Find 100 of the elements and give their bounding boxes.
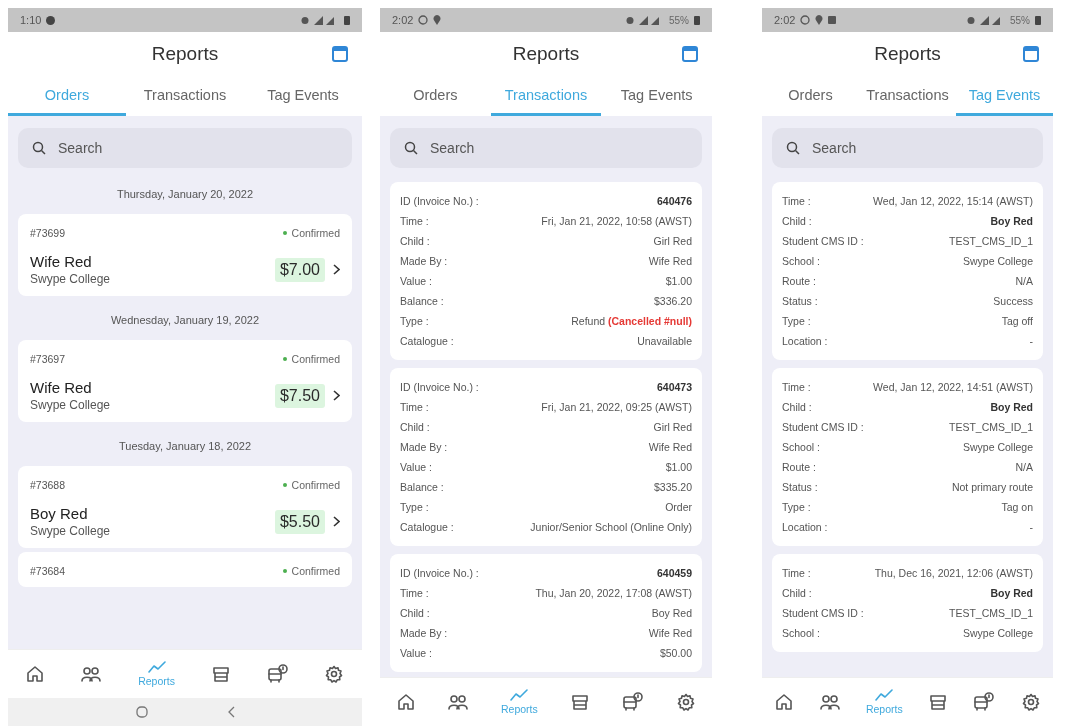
field-label: Type : xyxy=(782,315,811,327)
field-value: 640476 xyxy=(656,195,692,207)
settings-icon xyxy=(325,665,344,683)
order-amount: $7.50 xyxy=(274,383,325,408)
search-field[interactable]: Search xyxy=(18,128,352,168)
field-label: Status : xyxy=(782,295,818,307)
search-field[interactable]: Search xyxy=(772,128,1043,168)
field-label: School : xyxy=(782,441,820,453)
order-card[interactable]: #73697 Confirmed Wife Red Swype College $7.50 xyxy=(18,340,352,422)
field-value: Swype College xyxy=(962,441,1033,453)
field-label: Route : xyxy=(782,275,816,287)
field-value: TEST_CMS_ID_1 xyxy=(948,421,1033,433)
field-label: ID (Invoice No.) : xyxy=(400,567,479,579)
order-card[interactable]: #73684 Confirmed xyxy=(18,552,352,587)
field-value: Thu, Jan 20, 2022, 17:08 (AWST) xyxy=(535,587,692,599)
calendar-icon[interactable] xyxy=(682,45,698,62)
field-label: Catalogue : xyxy=(400,521,454,533)
order-status: Confirmed xyxy=(282,565,340,577)
field-label: Value : xyxy=(400,275,432,287)
field-value: Tag off xyxy=(1001,315,1033,327)
settings-icon xyxy=(1021,693,1040,711)
store-icon xyxy=(570,693,589,711)
calendar-icon[interactable] xyxy=(332,45,348,62)
field-value: 640473 xyxy=(656,381,692,393)
calendar-icon[interactable] xyxy=(1023,45,1039,62)
field-value: 640459 xyxy=(656,567,692,579)
field-value: $1.00 xyxy=(665,461,692,473)
search-field[interactable]: Search xyxy=(390,128,702,168)
people-icon xyxy=(447,694,468,710)
settings-icon xyxy=(677,693,696,711)
field-label: Child : xyxy=(782,215,812,227)
field-value: Wife Red xyxy=(648,627,692,639)
bus-alert-icon xyxy=(266,664,289,684)
field-value: Wife Red xyxy=(648,441,692,453)
field-value: - xyxy=(1029,335,1033,347)
field-value: Fri, Jan 21, 2022, 09:25 (AWST) xyxy=(541,401,692,413)
customer-name: Wife Red xyxy=(30,253,93,270)
search-icon xyxy=(404,141,418,155)
home-button-icon[interactable] xyxy=(135,706,148,718)
field-label: Student CMS ID : xyxy=(782,235,864,247)
field-value: Wed, Jan 12, 2022, 14:51 (AWST) xyxy=(873,381,1033,393)
date-heading: Tuesday, January 18, 2022 xyxy=(118,439,252,454)
order-card[interactable]: #73699 Confirmed Wife Red Swype College $7.00 xyxy=(18,214,352,296)
school-name: Swype College xyxy=(30,524,111,538)
order-card[interactable]: #73688 Confirmed Boy Red Swype College $5.50 xyxy=(18,466,352,548)
order-status: Confirmed xyxy=(282,353,340,365)
field-label: Child : xyxy=(400,607,430,619)
order-amount: $5.50 xyxy=(274,509,325,534)
field-label: Time : xyxy=(782,567,811,579)
line-chart-icon xyxy=(510,689,529,701)
field-label: Time : xyxy=(782,381,811,393)
field-label: ID (Invoice No.) : xyxy=(400,381,479,393)
screen-title: Reports xyxy=(874,43,941,65)
battery-percent: 55% xyxy=(1010,14,1030,26)
field-label: Time : xyxy=(400,215,429,227)
field-label: Value : xyxy=(400,647,432,659)
field-value: $336.20 xyxy=(654,295,692,307)
field-label: Time : xyxy=(400,587,429,599)
field-value: TEST_CMS_ID_1 xyxy=(948,607,1033,619)
field-label: Child : xyxy=(782,587,812,599)
line-chart-icon xyxy=(147,661,166,673)
field-value: Success xyxy=(993,295,1033,307)
battery-percent: 55% xyxy=(669,14,689,26)
screen-title: Reports xyxy=(512,43,580,65)
bus-alert-icon xyxy=(973,692,996,712)
search-icon xyxy=(786,141,800,155)
field-value: Tag on xyxy=(1001,501,1033,513)
chevron-right-icon xyxy=(333,516,340,527)
status-time: 2:02 xyxy=(392,14,414,26)
store-icon xyxy=(929,693,947,711)
field-label: Student CMS ID : xyxy=(782,607,864,619)
field-label: Balance : xyxy=(400,295,444,307)
field-label: Location : xyxy=(782,335,828,347)
field-value: Not primary route xyxy=(951,481,1033,493)
screen-title: Reports xyxy=(151,43,219,65)
store-icon xyxy=(211,665,230,683)
field-value: Order xyxy=(665,501,692,513)
field-value: Girl Red xyxy=(653,421,692,433)
order-number: #73699 xyxy=(30,227,66,239)
field-label: Child : xyxy=(782,401,812,413)
battery-icon xyxy=(344,15,350,25)
field-label: ID (Invoice No.) : xyxy=(400,195,479,207)
chat-icon xyxy=(800,15,811,25)
field-value: N/A xyxy=(1015,275,1033,287)
people-icon xyxy=(819,694,840,710)
school-name: Swype College xyxy=(30,272,111,286)
field-label: Made By : xyxy=(400,441,448,453)
field-value: Wife Red xyxy=(648,255,692,267)
field-value: Boy Red xyxy=(990,587,1033,599)
field-label: Time : xyxy=(782,195,811,207)
customer-name: Boy Red xyxy=(30,505,89,522)
order-status: Confirmed xyxy=(282,227,340,239)
field-label: Type : xyxy=(400,501,429,513)
field-value: Refund (Cancelled #null) xyxy=(571,315,692,327)
back-icon[interactable] xyxy=(227,706,235,718)
line-chart-icon xyxy=(875,689,894,701)
field-value: Swype College xyxy=(962,627,1033,639)
field-label: Child : xyxy=(400,421,430,433)
people-icon xyxy=(81,666,102,682)
field-value: Wed, Jan 12, 2022, 15:14 (AWST) xyxy=(873,195,1033,207)
